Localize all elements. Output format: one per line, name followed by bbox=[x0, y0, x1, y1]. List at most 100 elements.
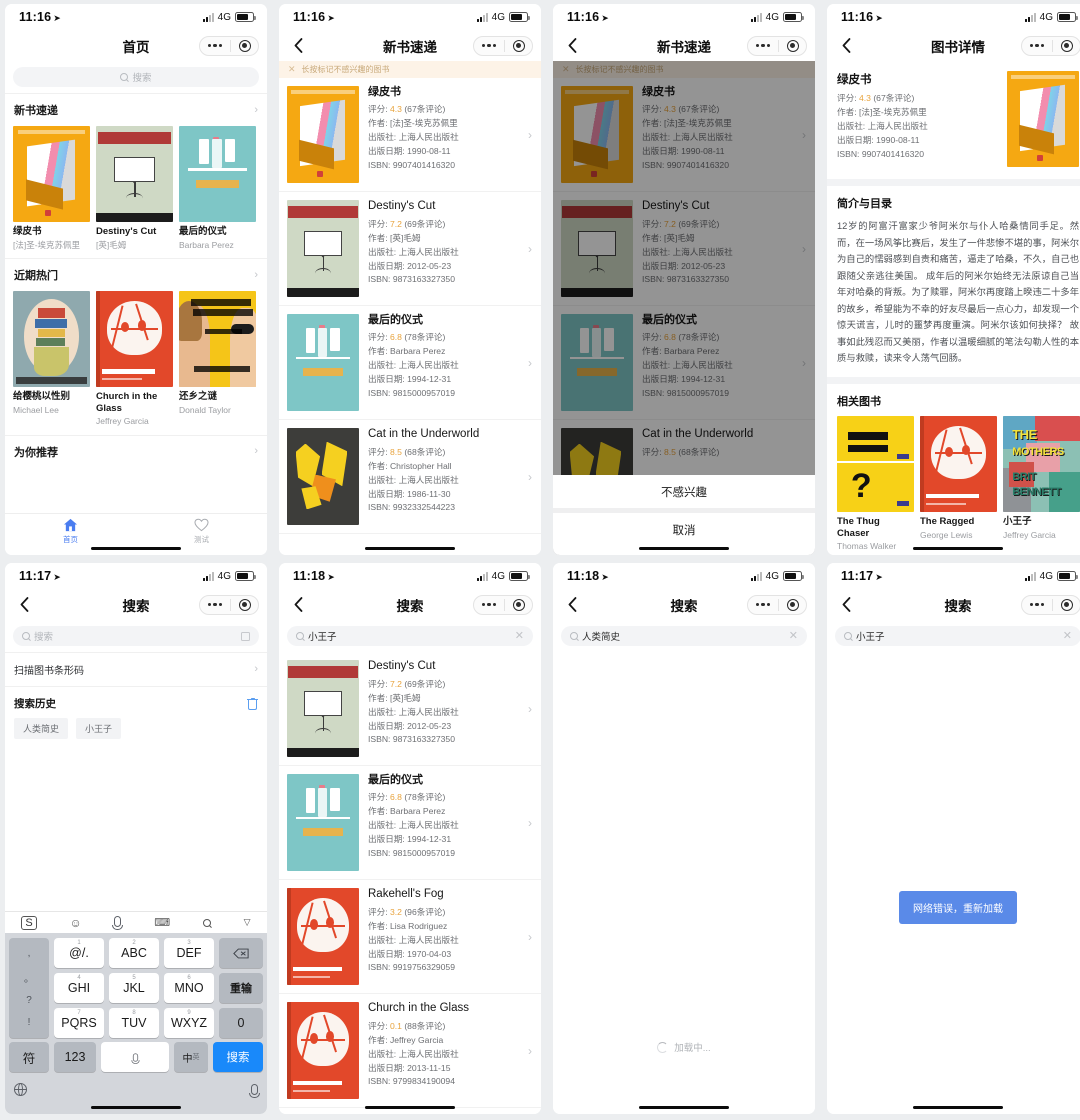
backspace-key[interactable] bbox=[219, 938, 263, 968]
section-header-hot[interactable]: 近期热门 › bbox=[5, 258, 267, 291]
key-3[interactable]: 3 DEF bbox=[164, 938, 214, 968]
more-dots-icon[interactable] bbox=[1022, 43, 1052, 48]
search-input[interactable]: 人类简史 ✕ bbox=[561, 626, 807, 646]
book-card[interactable]: Church in the Glass Jeffrey Garcia bbox=[96, 291, 173, 427]
mini-program-capsule[interactable] bbox=[473, 35, 533, 56]
key-8[interactable]: 8 TUV bbox=[109, 1008, 159, 1038]
scan-barcode-row[interactable]: 扫描图书条形码 › bbox=[5, 652, 267, 687]
history-tag[interactable]: 人类简史 bbox=[14, 718, 69, 739]
book-card[interactable]: 最后的仪式 Barbara Perez bbox=[179, 126, 256, 250]
back-button[interactable] bbox=[287, 594, 309, 616]
search-icon[interactable] bbox=[202, 914, 211, 932]
punctuation-key[interactable]: , 。 ? ! bbox=[9, 938, 49, 1038]
book-card[interactable]: 给樱桃以性别 Michael Lee bbox=[13, 291, 90, 427]
target-circle-icon[interactable] bbox=[505, 598, 532, 611]
key-7[interactable]: 7 PQRS bbox=[54, 1008, 104, 1038]
target-circle-icon[interactable] bbox=[1053, 598, 1080, 611]
mini-program-capsule[interactable] bbox=[1021, 594, 1080, 615]
mic-icon[interactable] bbox=[249, 1083, 260, 1098]
key-6[interactable]: 6 MNO bbox=[164, 973, 214, 1003]
tab-test[interactable]: 测试 bbox=[136, 518, 267, 545]
search-results-body: 小王子 ✕ Destiny's Cut 评分: 7.2 (69条评论) 作者: … bbox=[279, 620, 541, 1114]
mini-program-capsule[interactable] bbox=[747, 594, 807, 615]
close-icon[interactable]: ✕ bbox=[288, 64, 296, 75]
back-button[interactable] bbox=[287, 35, 309, 57]
target-circle-icon[interactable] bbox=[505, 39, 532, 52]
scan-icon[interactable] bbox=[241, 631, 250, 641]
emoji-icon[interactable]: ☺ bbox=[69, 916, 81, 930]
key-2[interactable]: 2 ABC bbox=[109, 938, 159, 968]
mini-program-capsule[interactable] bbox=[747, 35, 807, 56]
action-sheet-option-not-interested[interactable]: 不感兴趣 bbox=[553, 475, 815, 508]
collapse-icon[interactable]: ▽ bbox=[244, 917, 251, 928]
section-header-new[interactable]: 新书速递 › bbox=[5, 93, 267, 126]
book-row[interactable]: Rakehell's Fog 评分: 3.2 (96条评论) 作者: Lisa … bbox=[279, 880, 541, 994]
book-card[interactable]: Destiny's Cut [英]毛姆 bbox=[96, 126, 173, 250]
key-5[interactable]: 5 JKL bbox=[109, 973, 159, 1003]
more-dots-icon[interactable] bbox=[748, 602, 778, 607]
mic-icon[interactable] bbox=[112, 914, 124, 932]
sogou-logo-icon[interactable]: S bbox=[21, 915, 37, 930]
symbol-key[interactable]: 符 bbox=[9, 1042, 49, 1072]
language-key[interactable]: 中英 bbox=[174, 1042, 208, 1072]
search-input[interactable]: 搜索 bbox=[13, 67, 259, 87]
mini-program-capsule[interactable] bbox=[473, 594, 533, 615]
book-row[interactable]: 最后的仪式 评分: 6.8 (78条评论) 作者: Barbara Perez … bbox=[279, 306, 541, 420]
book-row[interactable]: Destiny's Cut 评分: 7.2 (69条评论) 作者: [英]毛姆 … bbox=[279, 192, 541, 306]
target-circle-icon[interactable] bbox=[779, 39, 806, 52]
space-key[interactable] bbox=[101, 1042, 169, 1072]
clear-icon[interactable]: ✕ bbox=[1063, 630, 1072, 642]
target-circle-icon[interactable] bbox=[231, 598, 258, 611]
more-dots-icon[interactable] bbox=[200, 43, 230, 48]
back-button[interactable] bbox=[13, 594, 35, 616]
history-tag[interactable]: 小王子 bbox=[76, 718, 122, 739]
book-row[interactable]: 最后的仪式 评分: 6.8 (78条评论) 作者: Barbara Perez … bbox=[279, 766, 541, 880]
back-button[interactable] bbox=[835, 594, 857, 616]
key-0[interactable]: 0 bbox=[219, 1008, 263, 1038]
book-card[interactable]: The Ragged George Lewis bbox=[920, 415, 997, 552]
clear-icon[interactable]: ✕ bbox=[789, 630, 798, 642]
book-card[interactable]: THE MOTHERS BRIT BENNETT 小王子 Jeffrey Garcia bbox=[1003, 415, 1080, 552]
search-send-key[interactable]: 搜索 bbox=[213, 1042, 263, 1072]
more-dots-icon[interactable] bbox=[1022, 602, 1052, 607]
number-mode-key[interactable]: 123 bbox=[54, 1042, 96, 1072]
keyboard-icon[interactable]: ⌨ bbox=[154, 916, 170, 929]
reload-button[interactable]: 网络错误，重新加载 bbox=[899, 891, 1017, 924]
book-row[interactable]: 绿皮书 评分: 4.3 (67条评论) 作者: [法]圣-埃克苏佩里 出版社: … bbox=[279, 78, 541, 192]
book-row[interactable]: Church in the Glass 评分: 0.1 (88条评论) 作者: … bbox=[279, 994, 541, 1108]
target-circle-icon[interactable] bbox=[779, 598, 806, 611]
globe-icon[interactable] bbox=[14, 1082, 27, 1096]
target-circle-icon[interactable] bbox=[1053, 39, 1080, 52]
book-card[interactable]: ? The Thug Chaser Thomas Walker bbox=[837, 415, 914, 552]
more-dots-icon[interactable] bbox=[748, 43, 778, 48]
tab-home[interactable]: 首页 bbox=[5, 518, 136, 545]
back-button[interactable] bbox=[561, 594, 583, 616]
more-dots-icon[interactable] bbox=[474, 43, 504, 48]
key-1[interactable]: 1 @/. bbox=[54, 938, 104, 968]
more-dots-icon[interactable] bbox=[474, 602, 504, 607]
mini-program-capsule[interactable] bbox=[199, 594, 259, 615]
more-dots-icon[interactable] bbox=[200, 602, 230, 607]
book-card[interactable]: 还乡之谜 Donald Taylor bbox=[179, 291, 256, 427]
search-input[interactable]: 小王子 ✕ bbox=[835, 626, 1080, 646]
back-button[interactable] bbox=[561, 35, 583, 57]
mini-program-capsule[interactable] bbox=[1021, 35, 1080, 56]
trash-icon[interactable] bbox=[247, 697, 258, 710]
key-9[interactable]: 9 WXYZ bbox=[164, 1008, 214, 1038]
search-input[interactable]: 搜索 bbox=[13, 626, 259, 646]
clear-icon[interactable]: ✕ bbox=[515, 630, 524, 642]
mini-program-capsule[interactable] bbox=[199, 35, 259, 56]
description-block: 简介与目录 12岁的阿富汗富家少爷阿米尔与仆人哈桑情同手足。然而，在一场风筝比赛… bbox=[827, 179, 1080, 377]
redo-key[interactable]: 重输 bbox=[219, 973, 263, 1003]
target-circle-icon[interactable] bbox=[231, 39, 258, 52]
book-row[interactable]: Cat in the Underworld 评分: 8.5 (68条评论) 作者… bbox=[279, 420, 541, 534]
search-input[interactable]: 小王子 ✕ bbox=[287, 626, 533, 646]
book-row[interactable]: Destiny's Cut 评分: 7.2 (69条评论) 作者: [英]毛姆 … bbox=[279, 652, 541, 766]
keyboard-bottom-row: 符 123 中英 搜索 bbox=[5, 1042, 267, 1076]
section-header-recommend[interactable]: 为你推荐 › bbox=[5, 434, 267, 468]
key-4[interactable]: 4 GHI bbox=[54, 973, 104, 1003]
book-cover bbox=[287, 428, 359, 525]
book-rating: 评分: 0.1 (88条评论) bbox=[368, 1020, 446, 1031]
book-card[interactable]: 绿皮书 [法]圣-埃克苏佩里 bbox=[13, 126, 90, 250]
back-button[interactable] bbox=[835, 35, 857, 57]
